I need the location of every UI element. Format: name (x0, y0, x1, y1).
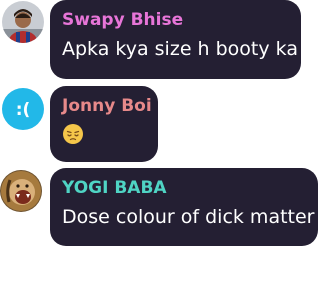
message-bubble[interactable]: Swapy Bhise Apka kya size h booty ka (50, 0, 301, 79)
message-bubble[interactable]: Jonny Boi (50, 86, 158, 162)
message-bubble[interactable]: YOGI BABA Dose colour of dick matter (50, 168, 318, 246)
sad-face-avatar[interactable]: :( (2, 88, 44, 130)
person-photo-avatar[interactable] (2, 1, 44, 43)
sender-name[interactable]: Swapy Bhise (62, 9, 289, 31)
sender-name[interactable]: Jonny Boi (62, 95, 152, 117)
pensive-face-emoji (62, 123, 84, 145)
message-text: Dose colour of dick matter (62, 206, 315, 228)
message-text: Apka kya size h booty ka (62, 38, 298, 60)
roaring-lion-avatar[interactable] (0, 170, 42, 212)
sender-name[interactable]: YOGI BABA (62, 177, 306, 199)
sad-face-avatar-glyph: :( (16, 100, 31, 120)
chat-thread: Swapy Bhise Apka kya size h booty ka :( … (0, 0, 320, 297)
